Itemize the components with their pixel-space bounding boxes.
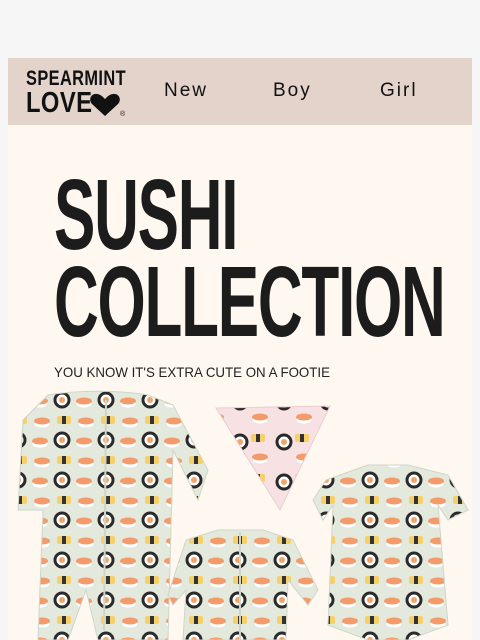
bandana-bib xyxy=(215,405,331,512)
heart-icon: ® xyxy=(90,93,125,117)
hero-banner[interactable]: SUSHI COLLECTION YOU KNOW IT'S EXTRA CUT… xyxy=(8,125,472,640)
svg-text:®: ® xyxy=(120,110,125,117)
bodysuit-garment xyxy=(312,464,469,640)
small-footie-garment xyxy=(167,529,319,640)
nav-link-new[interactable]: New xyxy=(164,80,208,102)
nav-link-boy[interactable]: Boy xyxy=(273,80,312,102)
top-nav-bar: SPEARMINT LOVE ® New Boy Girl xyxy=(8,58,472,125)
product-photo[interactable] xyxy=(8,390,472,640)
hero-title-line-2: COLLECTION xyxy=(54,246,446,358)
hero-tagline: YOU KNOW IT'S EXTRA CUTE ON A FOOTIE xyxy=(54,364,330,380)
nav-link-girl[interactable]: Girl xyxy=(380,80,418,102)
brand-logo[interactable]: SPEARMINT LOVE ® xyxy=(26,67,126,119)
logo-line-2: LOVE xyxy=(26,87,93,119)
footie-garment xyxy=(17,390,209,640)
